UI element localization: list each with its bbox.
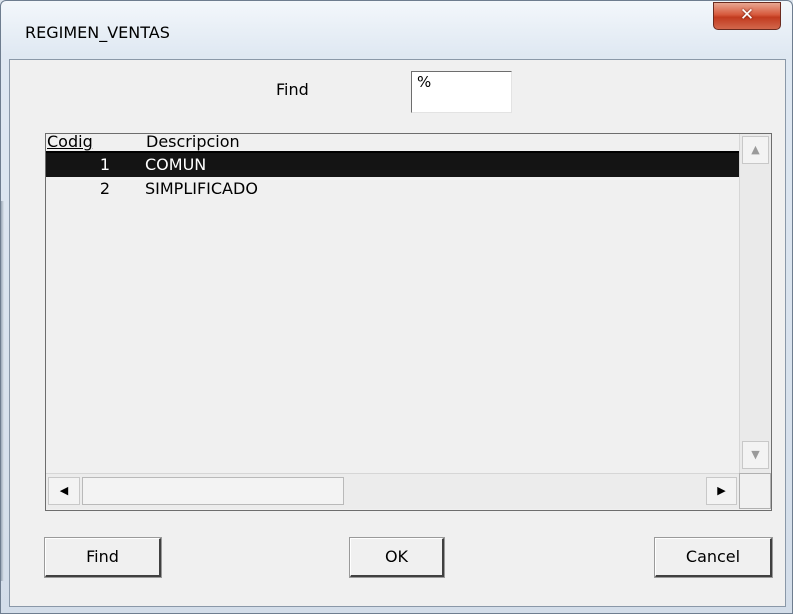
- column-header-descripcion[interactable]: Descripcion: [146, 132, 240, 152]
- row-code: 2: [99, 179, 110, 198]
- ok-button[interactable]: OK: [350, 538, 444, 577]
- row-description: SIMPLIFICADO: [145, 179, 258, 198]
- row-description: COMUN: [145, 155, 207, 174]
- scroll-right-button[interactable]: ▶: [706, 477, 737, 505]
- chevron-left-icon: ◀: [59, 484, 69, 497]
- close-icon: ✕: [739, 5, 755, 25]
- close-button[interactable]: ✕: [713, 2, 781, 30]
- scroll-left-button[interactable]: ◀: [48, 477, 80, 505]
- row-code: 1: [99, 155, 110, 174]
- results-grid[interactable]: Codig Descripcion 1 COMUN 2 SIMPLIFICADO…: [45, 132, 772, 511]
- find-input-value: %: [417, 73, 432, 91]
- table-row[interactable]: 2 SIMPLIFICADO: [46, 177, 739, 201]
- horizontal-scroll-thumb[interactable]: [82, 477, 344, 505]
- grid-header: Codig Descripcion: [46, 132, 746, 152]
- chevron-up-icon: ▲: [751, 143, 760, 156]
- scrollbar-corner: [739, 473, 771, 509]
- find-input[interactable]: %: [411, 71, 512, 113]
- window-title: REGIMEN_VENTAS: [25, 23, 170, 42]
- cancel-button[interactable]: Cancel: [655, 538, 772, 577]
- chevron-down-icon: ▼: [751, 448, 760, 461]
- horizontal-scrollbar[interactable]: ◀ ▶: [46, 473, 739, 509]
- scroll-up-button[interactable]: ▲: [742, 136, 769, 164]
- window-edge-shadow: [1, 201, 4, 581]
- dialog-client-area: Find % Codig Descripcion 1 COMUN 2 SIMPL…: [9, 59, 786, 607]
- vertical-scrollbar[interactable]: ▲ ▼: [739, 134, 771, 473]
- find-button[interactable]: Find: [45, 538, 161, 577]
- column-header-codigo[interactable]: Codig: [47, 132, 93, 152]
- table-row[interactable]: 1 COMUN: [46, 153, 739, 177]
- dialog-window: REGIMEN_VENTAS ✕ Find % Codig Descripcio…: [0, 0, 793, 614]
- scroll-down-button[interactable]: ▼: [742, 441, 769, 469]
- chevron-right-icon: ▶: [717, 484, 726, 497]
- find-label: Find: [276, 80, 309, 99]
